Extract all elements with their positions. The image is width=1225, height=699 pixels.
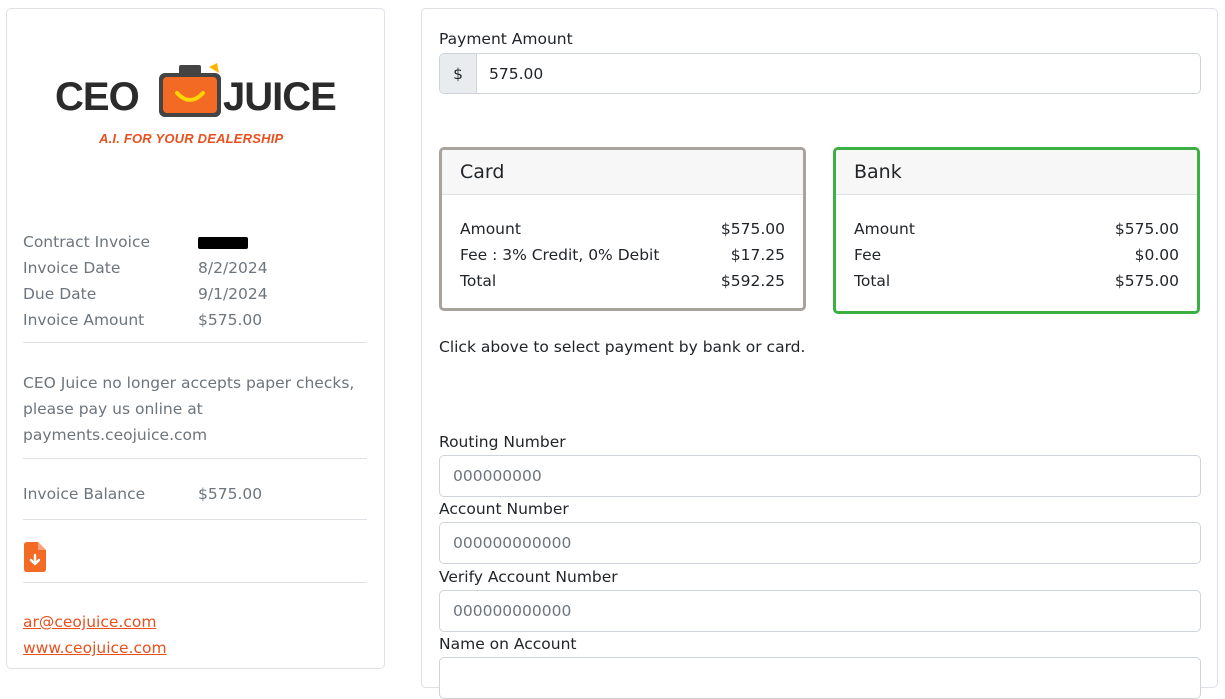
invoice-row-label: Invoice Amount — [23, 311, 145, 329]
card-amount-label: Amount — [460, 220, 521, 238]
divider — [23, 582, 367, 583]
account-number-label: Account Number — [439, 500, 569, 518]
balance-value: $575.00 — [198, 485, 263, 503]
invoice-row-contract: Contract Invoice — [23, 229, 363, 255]
invoice-row-due-date: Due Date 9/1/2024 — [23, 281, 363, 307]
divider — [23, 342, 367, 343]
bank-fee-row: Fee $0.00 — [854, 242, 1179, 268]
invoice-row-value: $575.00 — [198, 311, 263, 329]
verify-account-input[interactable]: 000000000000 — [439, 590, 1201, 632]
divider — [23, 458, 367, 459]
currency-prefix: $ — [440, 54, 477, 93]
bank-amount-label: Amount — [854, 220, 915, 238]
bank-amount-row: Amount $575.00 — [854, 216, 1179, 242]
invoice-row-label: Contract Invoice — [23, 233, 151, 251]
card-fee-row: Fee : 3% Credit, 0% Debit $17.25 — [460, 242, 785, 268]
invoice-summary-panel: CEO JUICE A.I. FOR YOUR DEALERSHIP Contr… — [6, 8, 385, 669]
invoice-row-value: 8/2/2024 — [198, 259, 268, 277]
invoice-row-date: Invoice Date 8/2/2024 — [23, 255, 363, 281]
routing-number-label: Routing Number — [439, 433, 566, 451]
invoice-row-amount: Invoice Amount $575.00 — [23, 307, 363, 333]
payment-amount-input[interactable]: $ 575.00 — [439, 53, 1201, 94]
card-total-label: Total — [460, 272, 497, 290]
balance-label: Invoice Balance — [23, 485, 146, 503]
bank-payment-option[interactable]: Bank Amount $575.00 Fee $0.00 Total $575… — [833, 147, 1200, 314]
payment-method-hint: Click above to select payment by bank or… — [439, 338, 806, 356]
card-option-title: Card — [442, 150, 803, 195]
redacted-invoice-number — [198, 237, 248, 249]
name-on-account-input[interactable] — [439, 657, 1201, 699]
card-total-row: Total $592.25 — [460, 268, 785, 294]
email-link[interactable]: ar@ceojuice.com — [23, 609, 167, 635]
divider — [23, 519, 367, 520]
account-number-input[interactable]: 000000000000 — [439, 522, 1201, 564]
paper-check-notice: CEO Juice no longer accepts paper checks… — [23, 374, 355, 444]
logo-word-ceo: CEO — [55, 75, 140, 119]
bank-total-label: Total — [854, 272, 891, 290]
bank-fee-label: Fee — [854, 246, 882, 264]
contact-links: ar@ceojuice.com www.ceojuice.com — [23, 609, 167, 661]
card-payment-option[interactable]: Card Amount $575.00 Fee : 3% Credit, 0% … — [439, 147, 806, 311]
card-fee-value: $17.25 — [730, 246, 785, 264]
invoice-row-label: Invoice Date — [23, 259, 121, 277]
payment-amount-label: Payment Amount — [439, 30, 573, 48]
name-on-account-label: Name on Account — [439, 635, 577, 653]
download-pdf-icon[interactable] — [24, 542, 46, 572]
invoice-details: Contract Invoice Invoice Date 8/2/2024 D… — [23, 229, 363, 333]
card-amount-value: $575.00 — [720, 220, 785, 238]
card-fee-label: Fee : 3% Credit, 0% Debit — [460, 246, 660, 264]
website-link[interactable]: www.ceojuice.com — [23, 635, 167, 661]
logo-tagline: A.I. FOR YOUR DEALERSHIP — [99, 131, 284, 146]
card-amount-row: Amount $575.00 — [460, 216, 785, 242]
verify-account-label: Verify Account Number — [439, 568, 618, 586]
payment-panel: Payment Amount $ 575.00 Card Amount $575… — [421, 8, 1218, 699]
bank-option-title: Bank — [836, 150, 1197, 195]
payment-amount-value: 575.00 — [489, 64, 544, 83]
invoice-balance: Invoice Balance $575.00 — [23, 485, 262, 503]
briefcase-logo-icon — [159, 63, 221, 117]
invoice-row-value: 9/1/2024 — [198, 285, 268, 303]
ceojuice-logo: CEO JUICE A.I. FOR YOUR DEALERSHIP — [47, 53, 367, 153]
card-total-value: $592.25 — [720, 272, 785, 290]
bank-total-value: $575.00 — [1114, 272, 1179, 290]
bank-total-row: Total $575.00 — [854, 268, 1179, 294]
bank-amount-value: $575.00 — [1114, 220, 1179, 238]
logo-word-juice: JUICE — [223, 75, 337, 119]
bank-fee-value: $0.00 — [1134, 246, 1179, 264]
invoice-row-label: Due Date — [23, 285, 97, 303]
routing-number-input[interactable]: 000000000 — [439, 455, 1201, 497]
